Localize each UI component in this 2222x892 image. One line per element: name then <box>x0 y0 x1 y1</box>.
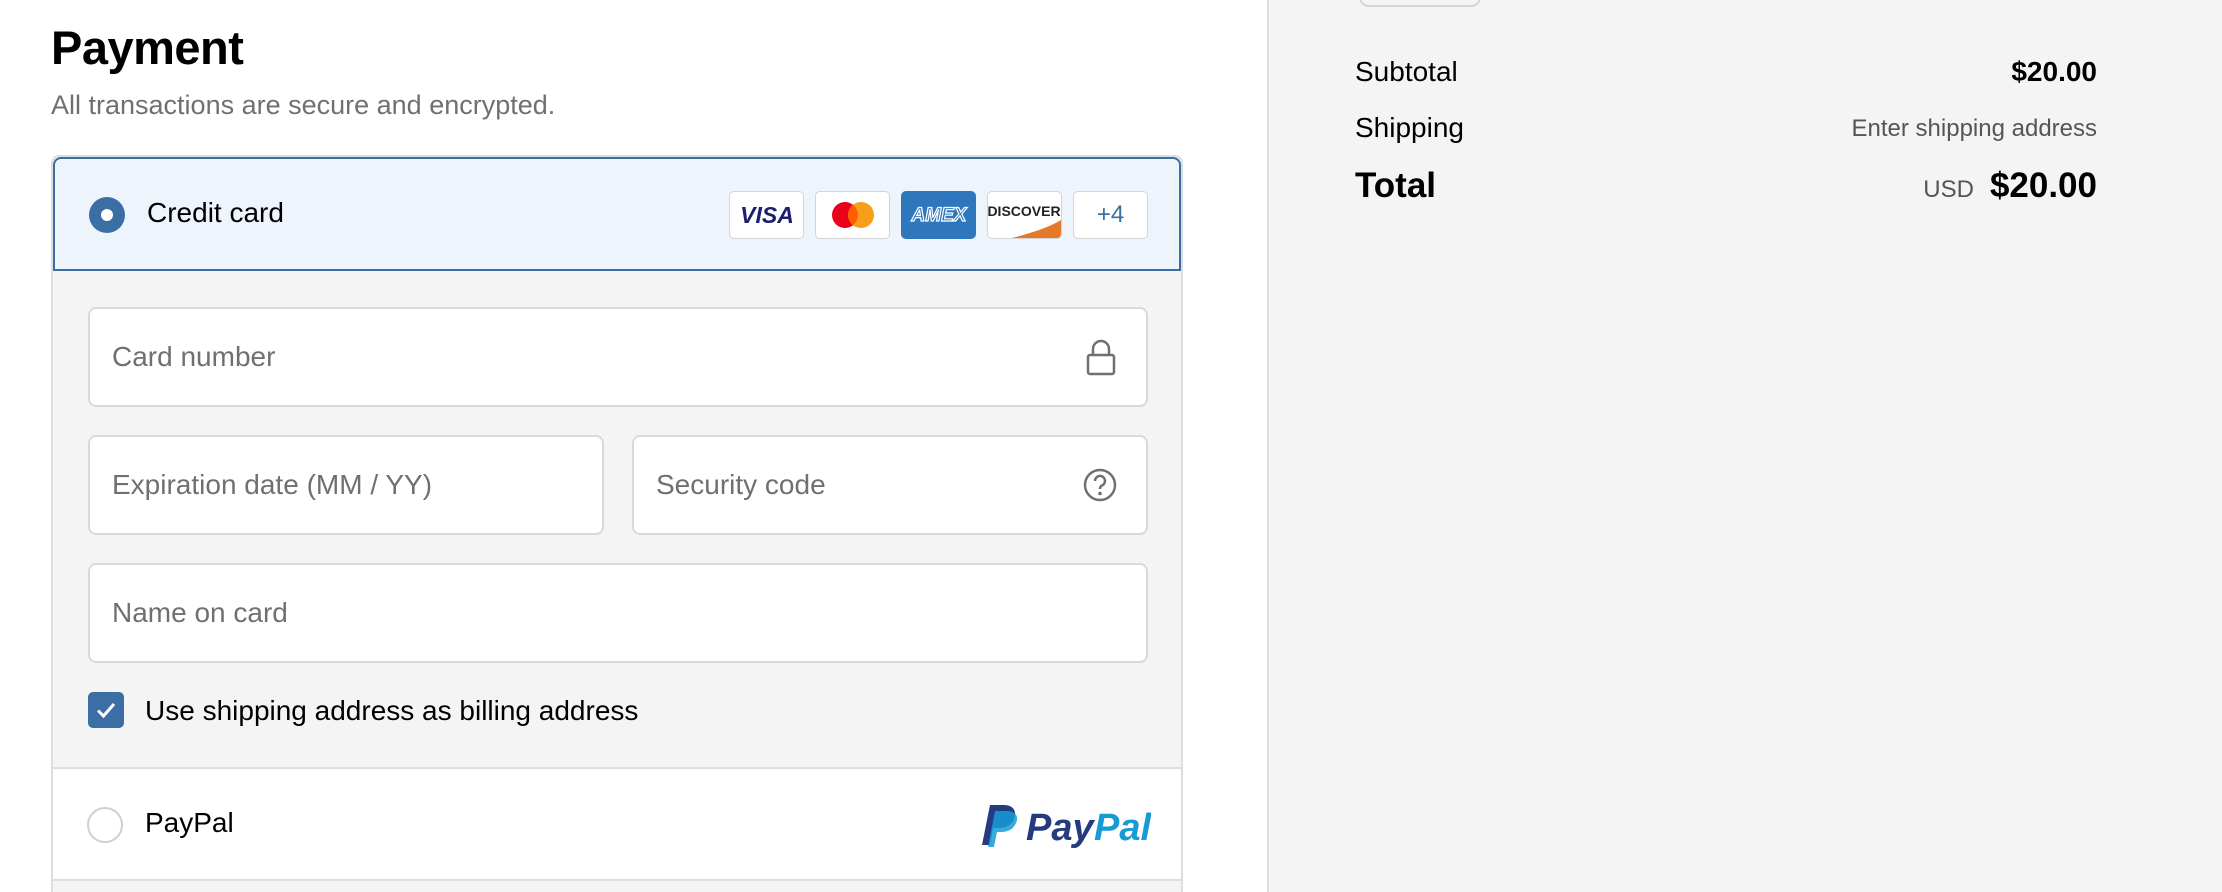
total-currency: USD <box>1923 176 1974 203</box>
order-summary: Subtotal $20.00 Shipping Enter shipping … <box>1267 0 2222 892</box>
check-icon <box>96 703 116 719</box>
total-row: Total USD $20.00 <box>1355 166 2097 216</box>
total-value: $20.00 <box>1989 166 2097 205</box>
credit-card-radio[interactable] <box>89 197 125 233</box>
visa-logo: VISA <box>729 191 804 239</box>
payment-section: Payment All transactions are secure and … <box>0 0 1267 892</box>
total-amount: USD $20.00 <box>1923 166 2097 206</box>
summary-top-button[interactable] <box>1359 0 1481 7</box>
discover-logo: DISCOVER <box>987 191 1062 239</box>
shipping-row: Shipping Enter shipping address <box>1355 112 2097 152</box>
card-number-field[interactable]: Card number <box>88 307 1148 407</box>
payment-title: Payment <box>51 21 244 74</box>
total-label: Total <box>1355 166 1437 205</box>
subtotal-value: $20.00 <box>2011 56 2097 87</box>
subtotal-label: Subtotal <box>1355 56 1458 87</box>
expiration-date-field[interactable]: Expiration date (MM / YY) <box>88 435 604 535</box>
security-code-field[interactable]: Security code <box>632 435 1148 535</box>
svg-text:Pay: Pay <box>1026 807 1095 849</box>
card-number-placeholder: Card number <box>112 341 276 372</box>
billing-address-checkbox[interactable] <box>88 692 124 728</box>
paypal-logo: Pay Pal <box>982 805 1151 849</box>
subtotal-row: Subtotal $20.00 <box>1355 56 2097 96</box>
security-code-placeholder: Security code <box>656 469 826 500</box>
help-circle-icon[interactable] <box>1082 467 1118 503</box>
shipping-value: Enter shipping address <box>1851 115 2097 142</box>
svg-text:VISA: VISA <box>740 203 794 227</box>
credit-card-option[interactable]: Credit card VISA AMEX DISCOVER +4 <box>53 157 1181 271</box>
amex-logo: AMEX <box>901 191 976 239</box>
mastercard-logo <box>815 191 890 239</box>
svg-text:DISCOVER: DISCOVER <box>988 203 1061 219</box>
billing-address-label: Use shipping address as billing address <box>145 695 639 726</box>
paypal-option[interactable]: PayPal Pay Pal <box>53 767 1181 881</box>
payment-subtitle: All transactions are secure and encrypte… <box>51 90 556 120</box>
paypal-radio[interactable] <box>87 807 123 843</box>
paypal-label: PayPal <box>145 807 234 838</box>
lock-icon <box>1086 339 1116 376</box>
shipping-label: Shipping <box>1355 112 1464 143</box>
name-on-card-placeholder: Name on card <box>112 597 288 628</box>
svg-text:Pal: Pal <box>1094 807 1151 849</box>
expiration-placeholder: Expiration date (MM / YY) <box>112 469 433 500</box>
svg-text:AMEX: AMEX <box>910 205 967 226</box>
payment-methods: Credit card VISA AMEX DISCOVER +4 Card n… <box>51 155 1183 892</box>
more-brands-badge[interactable]: +4 <box>1073 191 1148 239</box>
name-on-card-field[interactable]: Name on card <box>88 563 1148 663</box>
credit-card-label: Credit card <box>147 197 284 228</box>
